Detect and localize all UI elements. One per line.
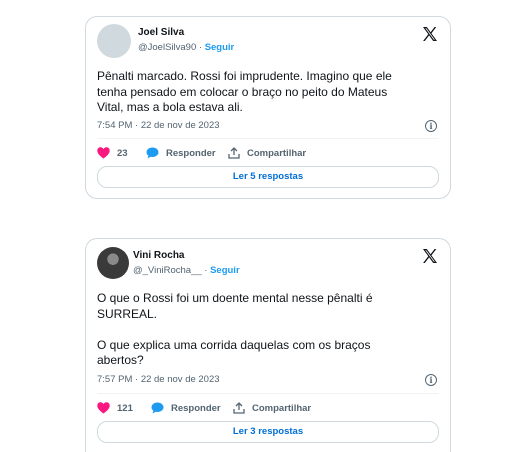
- like-button[interactable]: 121: [97, 402, 133, 414]
- like-button[interactable]: 23: [97, 147, 128, 159]
- share-icon: [228, 147, 240, 159]
- reply-bubble-icon: [146, 147, 159, 159]
- like-count: 23: [117, 147, 128, 159]
- follow-button[interactable]: Seguir: [205, 42, 235, 53]
- share-label: Compartilhar: [252, 402, 312, 414]
- follow-button[interactable]: Seguir: [210, 265, 240, 276]
- x-logo-icon[interactable]: [422, 248, 438, 264]
- share-button[interactable]: Compartilhar: [228, 147, 306, 159]
- avatar[interactable]: [97, 24, 131, 58]
- tweet-card-1: Joel Silva @JoelSilva90 · Seguir Pênalti…: [85, 16, 451, 199]
- heart-icon: [97, 147, 110, 159]
- author-name[interactable]: Joel Silva: [138, 27, 184, 38]
- reply-label: Responder: [166, 147, 216, 159]
- reply-bubble-icon: [151, 402, 164, 414]
- separator-dot: ·: [198, 42, 203, 53]
- timestamp[interactable]: 7:54 PM · 22 de nov de 2023: [97, 120, 220, 131]
- timestamp[interactable]: 7:57 PM · 22 de nov de 2023: [97, 374, 220, 385]
- reply-button[interactable]: Responder: [146, 147, 216, 159]
- read-replies-button[interactable]: Ler 3 respostas: [97, 421, 439, 443]
- like-count: 121: [117, 402, 133, 414]
- x-logo-icon[interactable]: [422, 26, 438, 42]
- info-icon[interactable]: i: [425, 120, 437, 132]
- tweet-text: Pênalti marcado. Rossi foi imprudente. I…: [97, 69, 392, 114]
- divider: [97, 393, 439, 394]
- share-button[interactable]: Compartilhar: [233, 402, 311, 414]
- divider: [97, 138, 439, 139]
- separator-dot: ·: [204, 265, 208, 276]
- reply-button[interactable]: Responder: [151, 402, 221, 414]
- handle-row: @JoelSilva90 · Seguir: [138, 42, 234, 53]
- share-label: Compartilhar: [247, 147, 307, 159]
- tweet-text: O que o Rossi foi um doente mental nesse…: [97, 291, 373, 367]
- heart-icon: [97, 402, 110, 414]
- author-name[interactable]: Vini Rocha: [133, 250, 185, 261]
- info-icon[interactable]: i: [425, 374, 437, 386]
- author-handle[interactable]: @JoelSilva90: [138, 42, 196, 53]
- reply-label: Responder: [171, 402, 221, 414]
- author-handle[interactable]: @_ViniRocha__: [133, 265, 202, 276]
- tweet-card-2: Vini Rocha @_ViniRocha__ · Seguir O que …: [85, 238, 451, 452]
- share-icon: [233, 402, 245, 414]
- read-replies-button[interactable]: Ler 5 respostas: [97, 166, 439, 188]
- avatar[interactable]: [97, 247, 129, 279]
- handle-row: @_ViniRocha__ · Seguir: [133, 265, 240, 276]
